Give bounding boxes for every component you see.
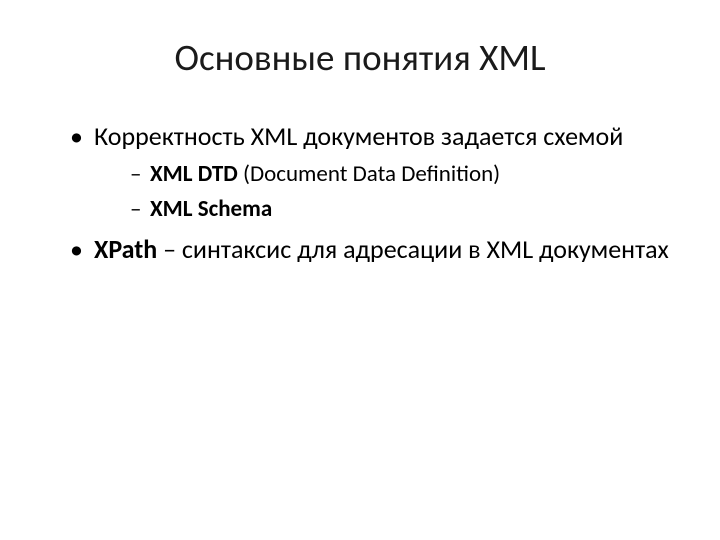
sub-item-schema: XML Schema [130,194,670,225]
bullet-bold: XPath [94,233,157,265]
sub-item-bold: XML Schema [150,195,272,223]
bullet-item-xpath: XPath – синтаксис для адресации в XML до… [70,233,670,266]
slide-title: Основные понятия XML [50,35,670,80]
bullet-list: Корректность XML документов задается схе… [50,120,670,265]
sub-item-rest: (Document Data Definition) [238,160,500,188]
bullet-rest: – синтаксис для адресации в XML документ… [157,233,669,265]
sub-item-bold: XML DTD [150,160,238,188]
bullet-text: Корректность XML документов задается схе… [94,120,623,152]
sub-list: XML DTD (Document Data Definition) XML S… [94,159,670,225]
sub-item-dtd: XML DTD (Document Data Definition) [130,159,670,190]
bullet-item-correctness: Корректность XML документов задается схе… [70,120,670,225]
